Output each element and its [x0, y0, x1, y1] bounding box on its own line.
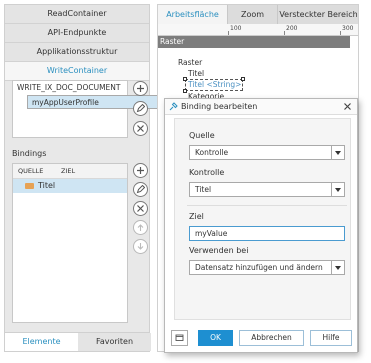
cancel-button[interactable]: Abbrechen	[239, 330, 304, 346]
table-row[interactable]: Titel	[13, 179, 127, 193]
chevron-down-icon[interactable]	[331, 183, 344, 196]
section-readcontainer[interactable]: ReadContainer	[5, 5, 149, 24]
binding-source: Titel	[38, 181, 56, 190]
verwenden-select[interactable]: Datensatz hinzufügen und ändern	[189, 260, 345, 275]
workspace-tabs: Arbeitsfläche Zoom Versteckter Bereich	[158, 5, 358, 24]
tab-favoriten[interactable]: Favoriten	[78, 333, 151, 351]
column-header-ziel: ZIEL	[61, 167, 76, 175]
bottom-tabs: Elemente Favoriten	[5, 332, 151, 351]
move-up-button[interactable]	[133, 220, 148, 235]
section-writecontainer[interactable]: WriteContainer	[5, 62, 149, 81]
section-api-endpunkte[interactable]: API-Endpunkte	[5, 24, 149, 43]
dialog-footer: OK Abbrechen Hilfe	[165, 322, 357, 352]
add-container-button[interactable]	[133, 81, 148, 96]
edit-binding-button[interactable]	[133, 182, 148, 197]
close-icon	[137, 205, 144, 212]
remove-container-button[interactable]	[133, 121, 148, 136]
ruler-mark: 100	[230, 25, 242, 32]
control-icon	[25, 183, 34, 189]
chevron-down-icon[interactable]	[331, 146, 344, 159]
raster-header-label: Raster	[160, 37, 185, 46]
tab-versteckter-bereich[interactable]: Versteckter Bereich	[278, 5, 358, 24]
raster-header[interactable]: Raster	[158, 36, 350, 48]
close-icon	[137, 125, 144, 132]
dialog-titlebar: Binding bearbeiten	[165, 99, 357, 115]
ruler: 100 200 300	[158, 24, 358, 36]
edit-container-button[interactable]	[133, 101, 148, 116]
ruler-mark: 200	[286, 25, 298, 32]
ziel-input[interactable]: myValue	[189, 226, 345, 241]
verwenden-label: Verwenden bei	[189, 246, 249, 255]
help-button[interactable]: Hilfe	[310, 330, 352, 346]
remove-binding-button[interactable]	[133, 201, 148, 216]
canvas-raster-label[interactable]: Raster	[178, 58, 202, 67]
ruler-tick	[228, 31, 229, 35]
container-list[interactable]: WRITE_IX_DOC_DOCUMENT myAppUserProfile	[12, 80, 183, 138]
close-icon[interactable]	[343, 102, 352, 111]
canvas-titel-binding[interactable]: Titel <String>	[188, 80, 241, 89]
tab-elemente[interactable]: Elemente	[5, 333, 78, 351]
kontrolle-select[interactable]: Titel	[189, 182, 345, 197]
options-button[interactable]	[171, 330, 188, 346]
window-icon	[175, 334, 184, 341]
move-down-button[interactable]	[133, 239, 148, 254]
resize-handle[interactable]	[241, 77, 245, 81]
binding-icon	[169, 102, 178, 111]
kontrolle-label: Kontrolle	[189, 168, 225, 177]
dialog-title: Binding bearbeiten	[181, 102, 258, 111]
bindings-heading: Bindings	[12, 149, 47, 158]
quelle-value: Kontrolle	[195, 148, 229, 157]
section-divider	[187, 205, 347, 206]
tab-zoom[interactable]: Zoom	[228, 5, 278, 24]
ruler-tick	[340, 31, 341, 35]
resize-handle[interactable]	[183, 89, 187, 93]
quelle-select[interactable]: Kontrolle	[189, 145, 345, 160]
section-applikationsstruktur[interactable]: Applikationsstruktur	[5, 43, 149, 62]
quelle-label: Quelle	[189, 131, 215, 140]
plus-icon	[137, 85, 144, 92]
bindings-header: QUELLE ZIEL	[13, 164, 127, 179]
ok-button[interactable]: OK	[198, 330, 233, 346]
kontrolle-value: Titel	[195, 185, 212, 194]
chevron-down-icon[interactable]	[331, 261, 344, 274]
canvas-titel-label[interactable]: Titel	[188, 69, 204, 78]
resize-handle[interactable]	[183, 77, 187, 81]
ruler-mark: 300	[342, 25, 354, 32]
arrow-up-icon	[137, 224, 144, 231]
ruler-tick	[284, 31, 285, 35]
pencil-icon	[136, 185, 145, 194]
list-item[interactable]: WRITE_IX_DOC_DOCUMENT	[13, 81, 127, 95]
bindings-table: QUELLE ZIEL Titel	[12, 163, 128, 323]
dialog-body: Quelle Kontrolle Kontrolle Titel Ziel my…	[174, 118, 351, 320]
pencil-icon	[136, 104, 145, 113]
binding-dialog: Binding bearbeiten Quelle Kontrolle Kont…	[164, 98, 358, 353]
add-binding-button[interactable]	[133, 163, 148, 178]
ziel-label: Ziel	[189, 212, 204, 221]
column-header-quelle: QUELLE	[18, 167, 44, 175]
plus-icon	[137, 167, 144, 174]
arrow-down-icon	[137, 243, 144, 250]
verwenden-value: Datensatz hinzufügen und ändern	[195, 263, 323, 272]
left-panel: ReadContainer API-Endpunkte Applikations…	[4, 4, 183, 352]
tab-arbeitsflaeche[interactable]: Arbeitsfläche	[158, 5, 228, 24]
